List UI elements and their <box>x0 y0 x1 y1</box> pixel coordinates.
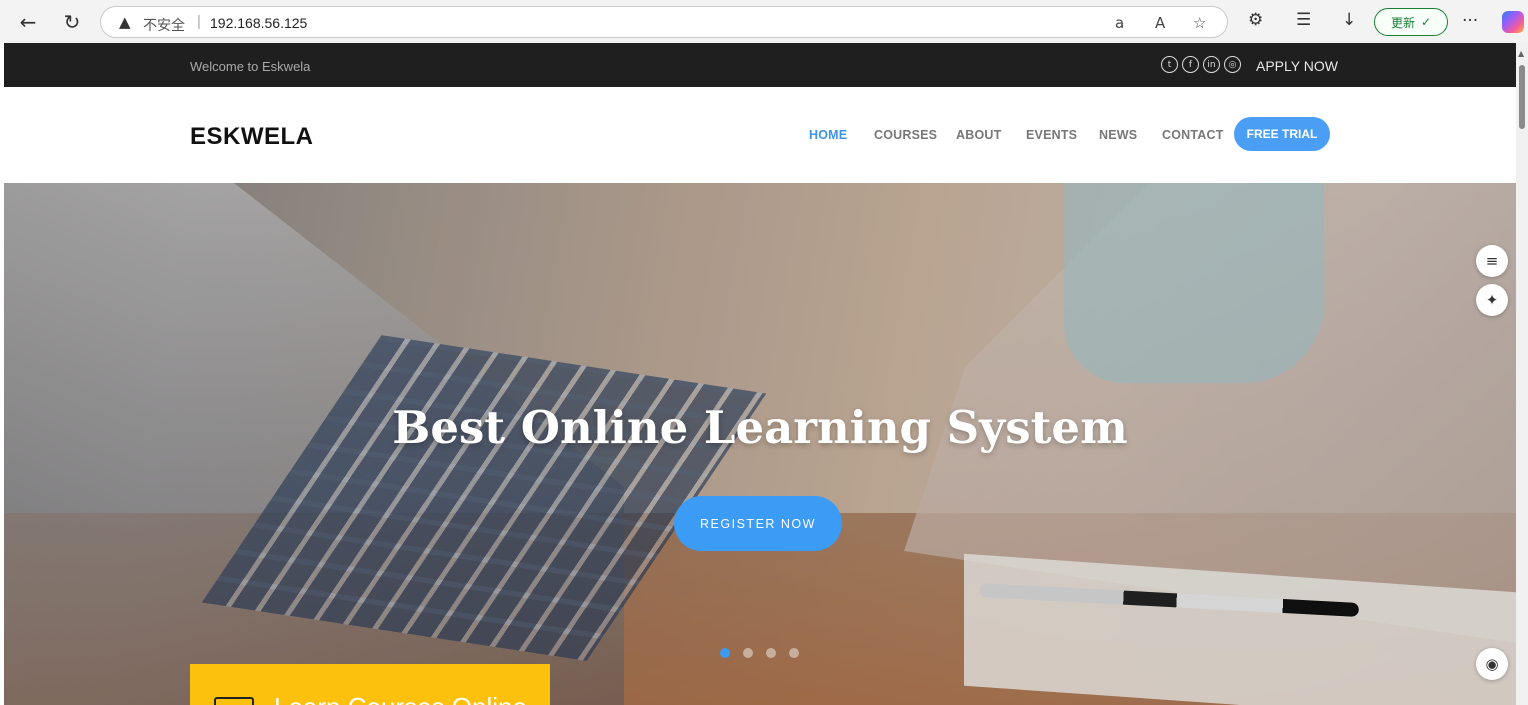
page-scrollbar[interactable]: ▲ <box>1516 43 1528 705</box>
nav-contact[interactable]: CONTACT <box>1162 128 1224 142</box>
address-separator: | <box>197 13 201 30</box>
read-aloud-icon[interactable]: A <box>1155 14 1165 32</box>
hero-title: Best Online Learning System <box>392 401 1128 454</box>
address-bar[interactable]: ▲ 不安全 | 192.168.56.125 a A ☆ <box>100 6 1228 38</box>
refresh-icon[interactable]: ↻ <box>58 8 86 36</box>
sparkle-icon[interactable]: ✦ <box>1476 284 1508 316</box>
slider-dot-2[interactable] <box>743 648 753 658</box>
url-text[interactable]: 192.168.56.125 <box>210 15 307 31</box>
update-status-icon: ✓ <box>1420 15 1432 29</box>
update-label: 更新 <box>1390 15 1415 30</box>
warning-icon[interactable]: ▲ <box>119 13 131 31</box>
apply-now-link[interactable]: APPLY NOW <box>1256 58 1338 74</box>
reading-view-icon[interactable]: ≡ <box>1476 245 1508 277</box>
nav-courses[interactable]: COURSES <box>874 128 937 142</box>
site-logo[interactable]: ESKWELA <box>190 123 314 151</box>
welcome-text: Welcome to Eskwela <box>190 59 311 74</box>
back-icon[interactable]: ← <box>14 8 42 36</box>
top-info-bar: Welcome to Eskwela t f in ◎ APPLY NOW <box>4 43 1516 87</box>
hero-slider: Best Online Learning System REGISTER NOW… <box>4 183 1516 705</box>
brain-icon[interactable]: ◉ <box>1476 648 1508 680</box>
monitor-icon <box>214 697 254 705</box>
site-header: ESKWELA HOME COURSES ABOUT EVENTS NEWS C… <box>4 87 1516 183</box>
extensions-icon[interactable]: ⚙ <box>1248 10 1263 30</box>
nav-events[interactable]: EVENTS <box>1026 128 1077 142</box>
scroll-thumb[interactable] <box>1519 65 1525 129</box>
translate-icon[interactable]: a <box>1115 14 1124 32</box>
facebook-icon[interactable]: f <box>1182 56 1199 73</box>
twitter-icon[interactable]: t <box>1161 56 1178 73</box>
feature-card-title: Learn Courses Online <box>274 692 527 705</box>
more-menu-icon[interactable]: ··· <box>1462 11 1478 31</box>
slider-dot-3[interactable] <box>766 648 776 658</box>
slider-dot-4[interactable] <box>789 648 799 658</box>
slider-dot-1[interactable] <box>720 648 730 658</box>
feature-card[interactable]: Learn Courses Online <box>190 664 550 705</box>
security-label[interactable]: 不安全 <box>143 15 185 35</box>
nav-home[interactable]: HOME <box>809 128 847 142</box>
instagram-icon[interactable]: ◎ <box>1224 56 1241 73</box>
register-now-button[interactable]: REGISTER NOW <box>674 496 842 551</box>
favorite-star-icon[interactable]: ☆ <box>1193 14 1206 32</box>
download-icon[interactable]: ↓ <box>1342 10 1356 30</box>
scroll-up-icon[interactable]: ▲ <box>1518 49 1524 58</box>
nav-news[interactable]: NEWS <box>1099 128 1137 142</box>
update-button[interactable]: 更新 ✓ <box>1374 8 1448 36</box>
nav-about[interactable]: ABOUT <box>956 128 1001 142</box>
page: Welcome to Eskwela t f in ◎ APPLY NOW ES… <box>4 43 1516 705</box>
free-trial-button[interactable]: FREE TRIAL <box>1234 117 1330 151</box>
favorites-icon[interactable]: ☰ <box>1296 10 1311 30</box>
linkedin-icon[interactable]: in <box>1203 56 1220 73</box>
browser-toolbar: ← ↻ ▲ 不安全 | 192.168.56.125 a A ☆ ⚙ ☰ ↓ 更… <box>0 0 1528 43</box>
copilot-icon[interactable] <box>1502 11 1524 33</box>
